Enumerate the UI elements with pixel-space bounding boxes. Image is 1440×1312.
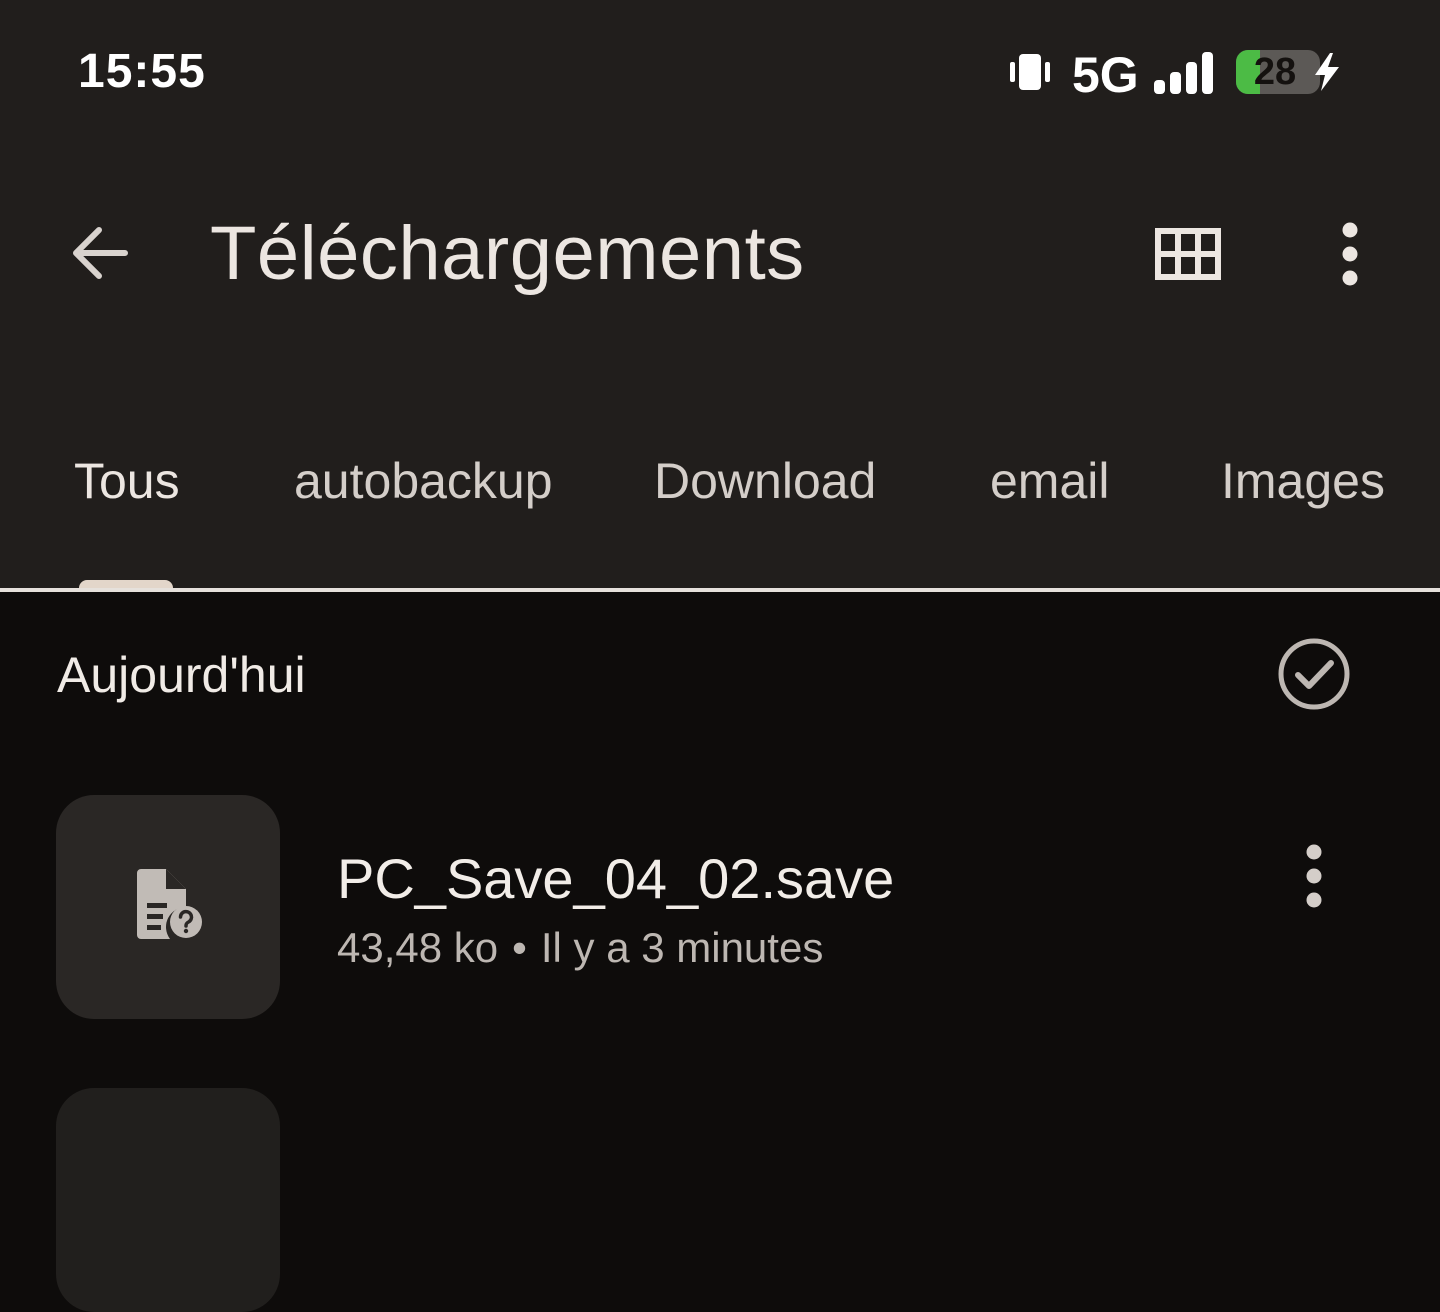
battery-level: 28	[1253, 50, 1297, 93]
file-size: 43,48 ko	[337, 924, 499, 971]
category-tabs: Tous autobackup Download email Images	[0, 436, 1440, 590]
charging-icon	[1312, 52, 1342, 97]
next-file-thumbnail[interactable]	[56, 1088, 280, 1312]
battery-icon: 28	[1236, 50, 1320, 94]
file-time: Il y a 3 minutes	[540, 924, 824, 971]
file-list-item[interactable]: PC_Save_04_02.save 43,48 ko • Il y a 3 min…	[0, 790, 1440, 1026]
select-all-button[interactable]	[1276, 638, 1352, 714]
file-name: PC_Save_04_02.save	[337, 847, 895, 910]
tab-email[interactable]: email	[990, 436, 1109, 526]
unknown-file-icon	[132, 867, 204, 948]
back-arrow-icon	[69, 225, 129, 286]
meta-separator: •	[512, 924, 527, 971]
back-button[interactable]	[56, 212, 142, 298]
tab-autobackup[interactable]: autobackup	[294, 436, 553, 526]
status-icons: 5G 28	[1000, 40, 1360, 104]
tab-download[interactable]: Download	[654, 436, 876, 526]
tab-images[interactable]: Images	[1221, 436, 1385, 526]
more-vert-icon	[1340, 222, 1360, 291]
network-type: 5G	[1072, 47, 1139, 103]
vibrate-icon	[1008, 52, 1052, 97]
file-meta: 43,48 ko • Il y a 3 minutes	[337, 924, 823, 972]
file-thumbnail	[56, 795, 280, 1019]
tabs-divider	[0, 588, 1440, 592]
section-header-today: Aujourd'hui	[57, 647, 306, 703]
file-more-button[interactable]	[1276, 840, 1352, 916]
grid-view-button[interactable]	[1146, 220, 1230, 292]
page-title: Téléchargements	[210, 211, 805, 296]
tab-tous[interactable]: Tous	[74, 436, 180, 526]
status-time: 15:55	[78, 45, 206, 98]
grid-view-icon	[1155, 227, 1221, 285]
select-all-check-icon	[1277, 637, 1351, 716]
signal-icon	[1152, 50, 1216, 101]
top-app-area: 15:55 5G 28 Téléchargements Tous autobac…	[0, 0, 1440, 590]
overflow-menu-button[interactable]	[1310, 216, 1390, 296]
more-vert-icon	[1304, 844, 1324, 913]
